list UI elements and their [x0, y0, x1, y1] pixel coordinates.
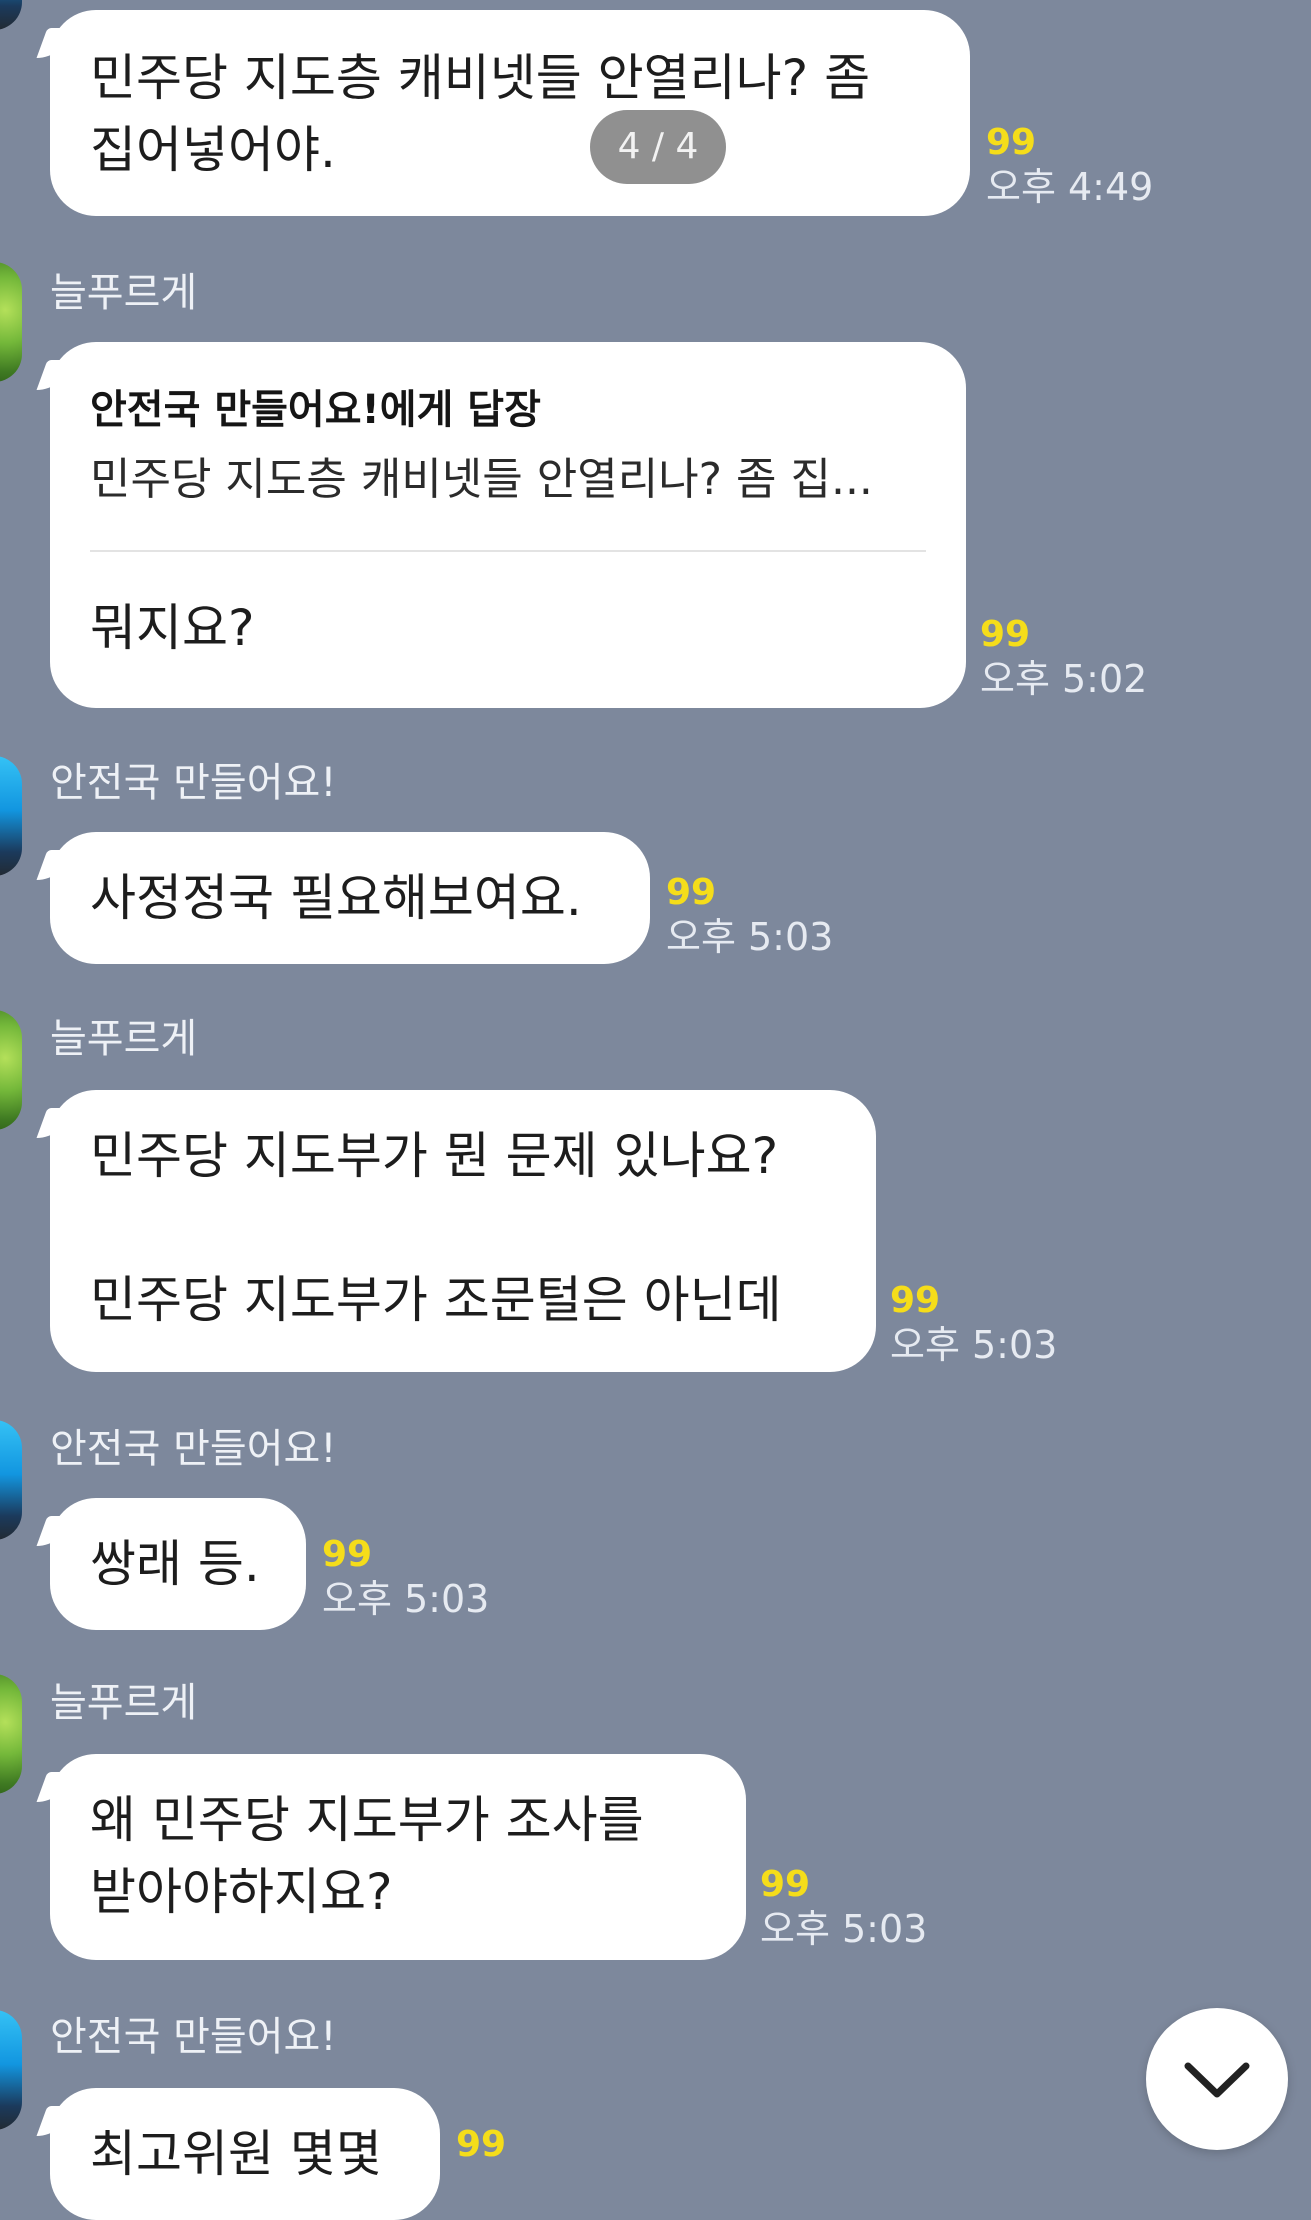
unread-count: 99	[322, 1534, 373, 1575]
avatar[interactable]	[0, 1010, 22, 1130]
sender-name: 안전국 만들어요!	[50, 760, 337, 806]
sender-name: 안전국 만들어요!	[50, 2014, 337, 2060]
unread-count: 99	[666, 872, 717, 913]
reply-quote[interactable]: 민주당 지도층 캐비넷들 안열리나? 좀 집...	[90, 452, 873, 508]
message-bubble[interactable]: 쌍래 등.	[50, 1498, 306, 1630]
unread-count: 99	[890, 1280, 941, 1321]
message-meta: 99 오후 5:03	[760, 1864, 927, 1952]
unread-count: 99	[986, 122, 1037, 163]
message-time: 오후 5:02	[980, 657, 1148, 701]
message-text: 사정정국 필요해보여요.	[90, 869, 582, 927]
message-meta: 99 오후 5:03	[322, 1534, 489, 1622]
unread-count: 99	[980, 614, 1031, 655]
sender-name: 늘푸르게	[50, 270, 198, 316]
unread-count: 99	[456, 2124, 507, 2165]
message-bubble[interactable]: 사정정국 필요해보여요.	[50, 832, 650, 964]
sender-name: 늘푸르게	[50, 1016, 198, 1062]
message-bubble[interactable]: 민주당 지도부가 뭔 문제 있나요? 민주당 지도부가 조문털은 아닌데	[50, 1090, 876, 1372]
avatar[interactable]	[0, 1420, 22, 1540]
message-meta: 99 오후 5:03	[890, 1280, 1057, 1368]
message-time: 오후 4:49	[986, 165, 1154, 209]
reply-divider	[90, 550, 926, 552]
sender-name: 안전국 만들어요!	[50, 1426, 337, 1472]
message-bubble[interactable]: 왜 민주당 지도부가 조사를 받아야하지요?	[50, 1754, 746, 1960]
avatar[interactable]	[0, 0, 22, 30]
reply-header: 안전국 만들어요!에게 답장	[90, 387, 541, 433]
sender-name: 늘푸르게	[50, 1680, 198, 1726]
scroll-to-bottom-button[interactable]	[1146, 2008, 1288, 2150]
message-bubble[interactable]: 최고위원 몇몇	[50, 2088, 440, 2220]
chevron-down-icon	[1184, 2062, 1250, 2098]
message-meta: 99	[456, 2124, 506, 2166]
message-text: 민주당 지도부가 뭔 문제 있나요? 민주당 지도부가 조문털은 아닌데	[90, 1127, 782, 1329]
avatar[interactable]	[0, 262, 22, 382]
reply-message-bubble[interactable]: 안전국 만들어요!에게 답장 민주당 지도층 캐비넷들 안열리나? 좀 집...…	[50, 342, 966, 708]
message-meta: 99 오후 5:03	[666, 872, 833, 960]
message-time: 오후 5:03	[760, 1907, 928, 1951]
message-meta: 99 오후 5:02	[980, 614, 1147, 702]
message-text: 뭐지요?	[90, 599, 255, 657]
message-time: 오후 5:03	[322, 1577, 490, 1621]
message-meta: 99 오후 4:49	[986, 122, 1153, 210]
avatar[interactable]	[0, 2010, 22, 2130]
message-text: 민주당 지도층 캐비넷들 안열리나? 좀 집어넣어야.	[90, 49, 871, 179]
message-time: 오후 5:03	[890, 1323, 1058, 1367]
message-text: 쌍래 등.	[90, 1535, 260, 1593]
message-bubble[interactable]: 민주당 지도층 캐비넷들 안열리나? 좀 집어넣어야.	[50, 10, 970, 216]
unread-count: 99	[760, 1864, 811, 1905]
message-time: 오후 5:03	[666, 915, 834, 959]
avatar[interactable]	[0, 756, 22, 876]
avatar[interactable]	[0, 1674, 22, 1794]
page-indicator: 4 / 4	[590, 110, 726, 184]
message-text: 왜 민주당 지도부가 조사를 받아야하지요?	[90, 1791, 644, 1921]
message-text: 최고위원 몇몇	[90, 2125, 382, 2183]
